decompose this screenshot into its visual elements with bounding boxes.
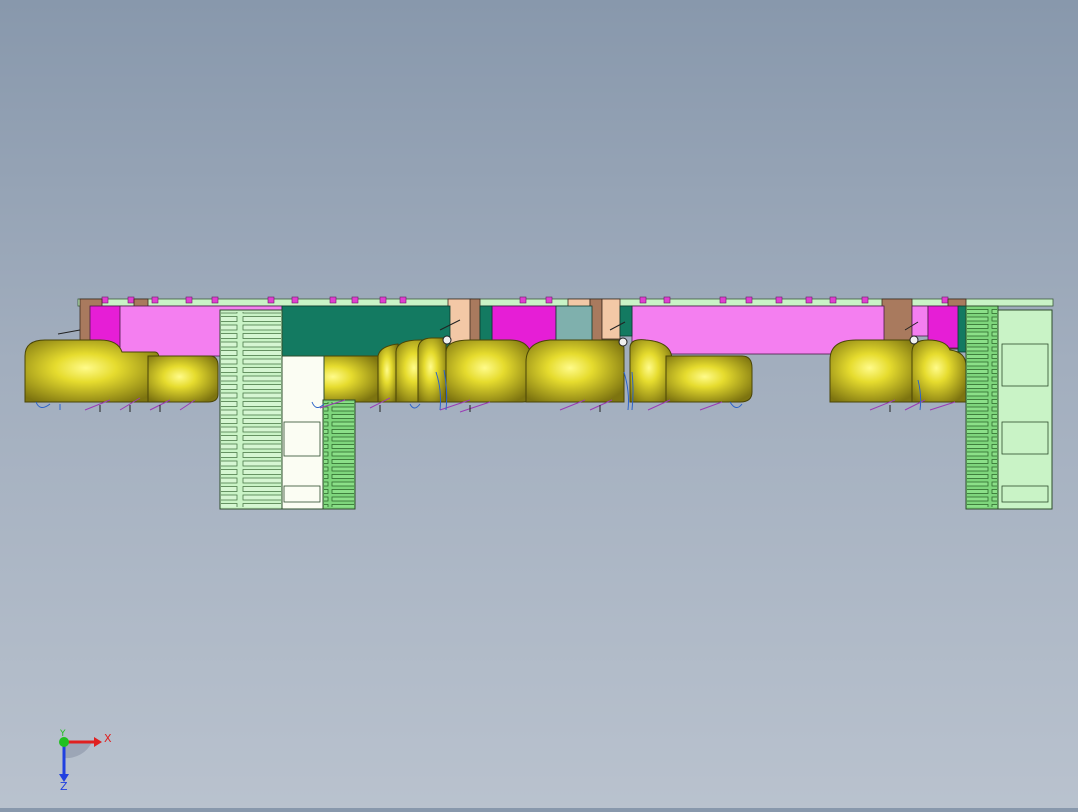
machine-model[interactable]	[0, 0, 1078, 808]
coordinate-triad: X Y Z	[59, 729, 112, 793]
z-axis-label: Z	[60, 780, 68, 793]
x-axis-label: X	[104, 732, 112, 745]
right-cabinet	[965, 305, 1053, 510]
x-arrowhead-icon	[94, 737, 102, 747]
cad-viewport[interactable]	[0, 0, 1078, 808]
y-axis-label: Y	[59, 729, 66, 739]
